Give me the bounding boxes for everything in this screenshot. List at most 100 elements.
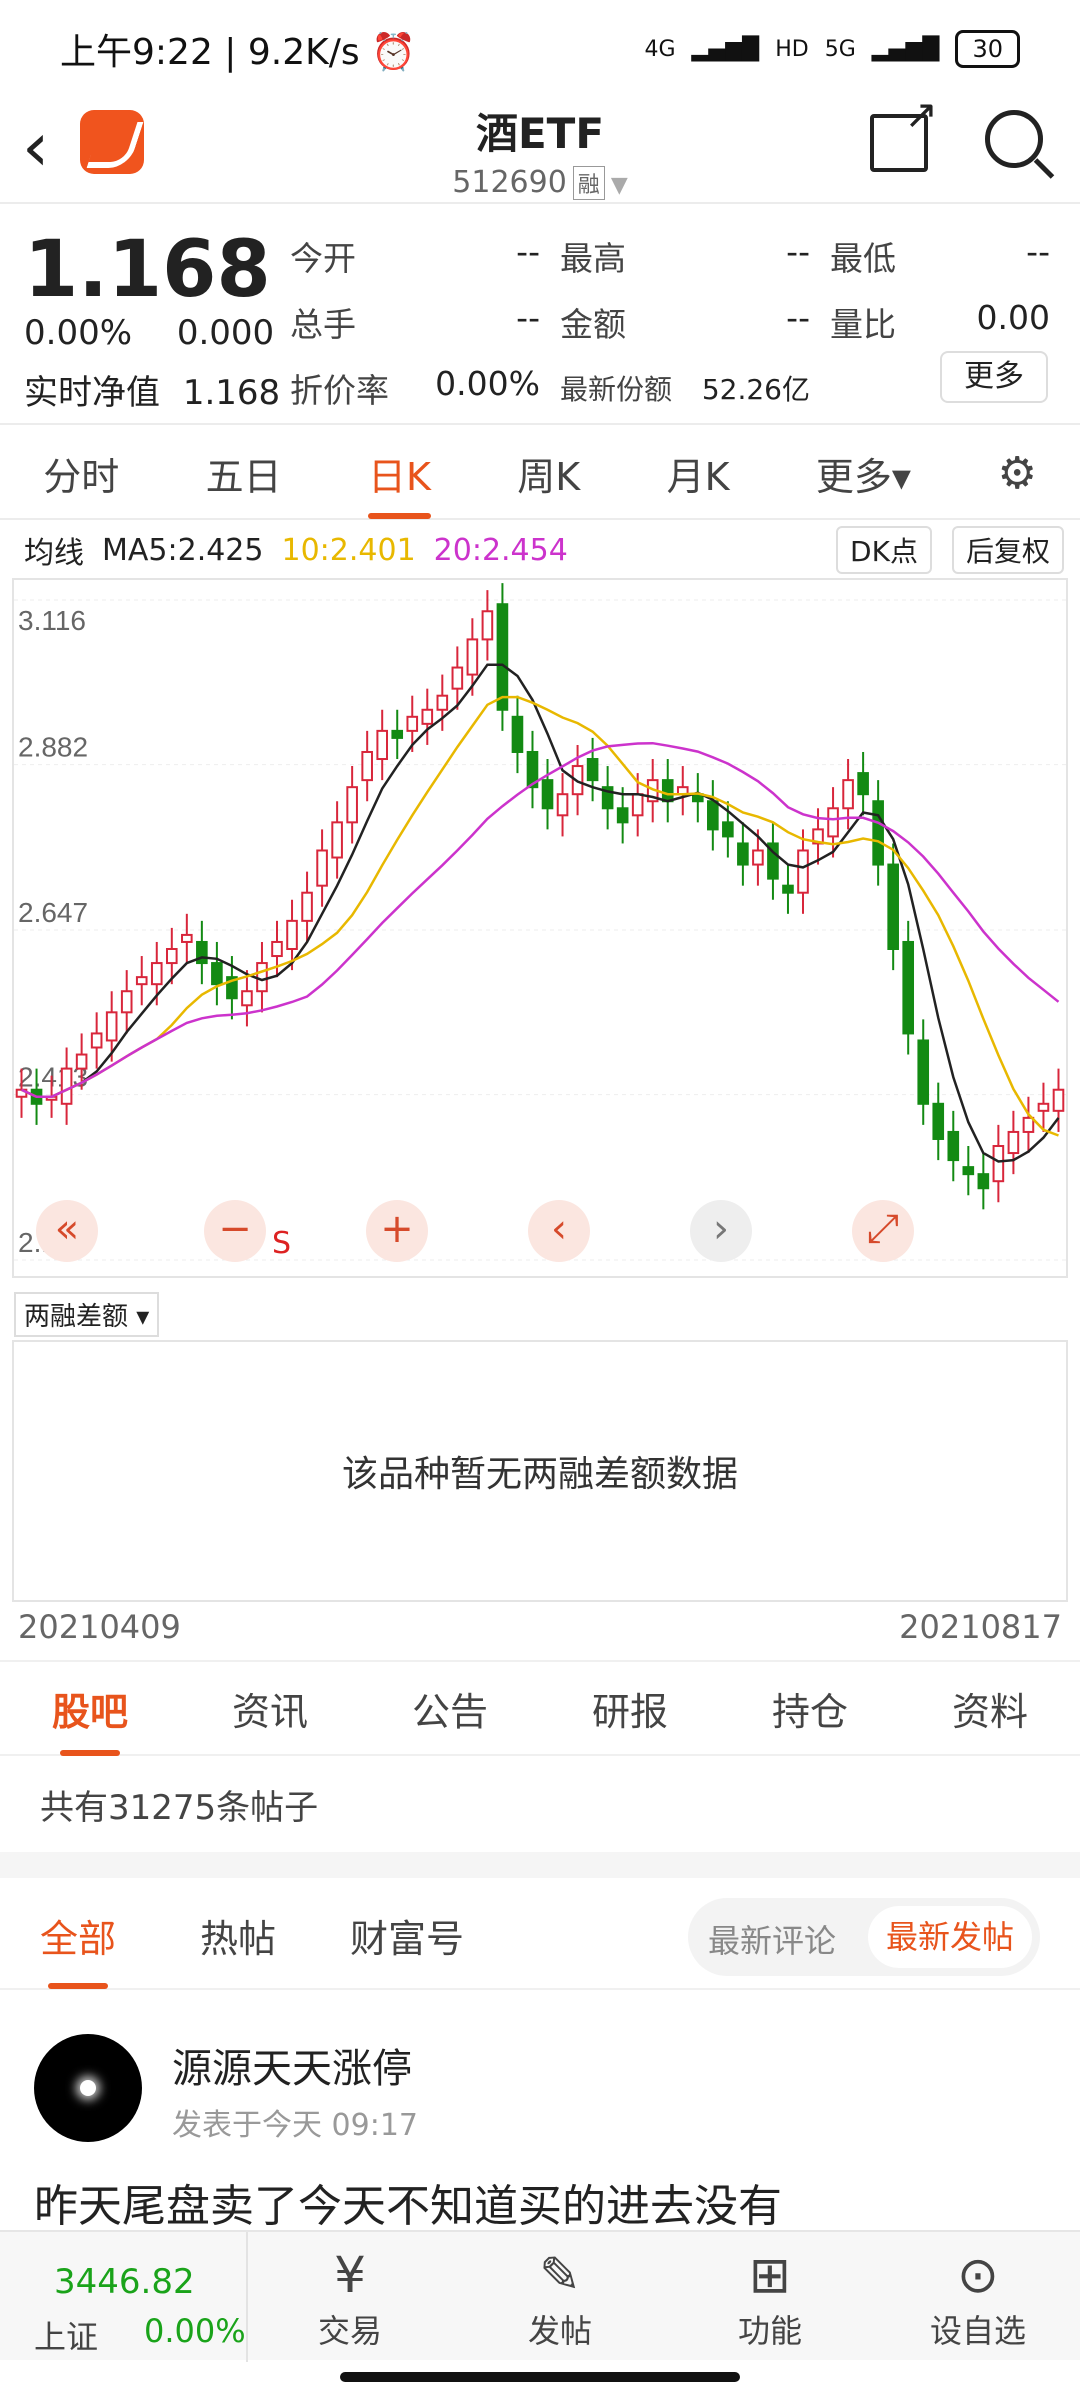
filter-fortune[interactable]: 财富号 [350,1908,464,1963]
candle-body [917,1039,930,1105]
candle-body [165,947,178,965]
tab-monthly-k[interactable]: 月K [667,446,730,501]
tab-five-day[interactable]: 五日 [206,446,282,501]
tab-intraday[interactable]: 分时 [43,446,119,501]
tab-weekly-k[interactable]: 周K [517,446,580,501]
filter-hot[interactable]: 热帖 [200,1908,276,1963]
candle-body [1007,1130,1020,1155]
sort-latest-post[interactable]: 最新发帖 [868,1906,1032,1968]
candle-body [436,694,449,711]
dropdown-icon[interactable]: ▼ [611,173,628,198]
sort-latest-comment[interactable]: 最新评论 [708,1916,836,1962]
candle-body [271,940,283,958]
candle-body [842,779,854,810]
candle-body [150,962,163,986]
sort-toggle: 最新评论 最新发帖 [688,1898,1040,1976]
candle-body [797,849,809,894]
candle-body [301,891,313,922]
candle-body [1037,1102,1050,1112]
prev-button[interactable]: ‹ [528,1200,590,1262]
candle-body [211,962,223,986]
kline-chart[interactable]: 3.1162.8822.6472.4132.178 « − S + ‹ › ⤢ [12,578,1068,1278]
zoom-out-button[interactable]: − [204,1200,266,1262]
nav-trade[interactable]: ¥ 交易 [280,2244,420,2352]
candle-body [286,919,298,950]
alarm-icon: ⏰ [371,32,416,73]
more-button[interactable]: 更多 [940,351,1048,403]
next-button[interactable]: › [690,1200,752,1262]
edit-icon: ✎ [539,2246,581,2304]
dk-button[interactable]: DK点 [836,526,932,574]
date-range: 20210409 20210817 [18,1608,1062,1646]
divider [0,1852,1080,1878]
margin-diff-selector[interactable]: 两融差额 ▾ [14,1292,160,1337]
gear-icon[interactable]: ⚙ [997,448,1036,499]
candle-body [887,863,899,950]
yen-icon: ¥ [334,2246,366,2304]
tab-forum[interactable]: 股吧 [52,1681,128,1756]
candle-body [406,715,419,732]
nav-label: 实时净值 [24,373,160,413]
high-value: -- [786,232,810,271]
post-author[interactable]: 源源天天涨停 [172,2036,412,2094]
ma5-value: MA5:2.425 [102,532,264,568]
share-icon[interactable] [870,92,938,172]
share-value: 52.26亿 [701,373,810,406]
tab-news[interactable]: 资讯 [232,1681,308,1736]
net-5g-label: 5G [824,36,856,62]
ma10-line [20,695,1059,1137]
candle-body [992,1145,1005,1183]
change-amount: 0.000 [176,313,275,353]
tab-daily-k[interactable]: 日K [367,446,431,519]
post-time: 发表于今天 09:17 [172,2108,418,2143]
candle-body [120,990,133,1014]
high-label: 最高 [560,239,626,278]
amount-value: -- [786,298,810,337]
y-tick-label: 2.882 [18,732,88,763]
post-text[interactable]: 昨天尾盘卖了今天不知道买的进去没有 [34,2170,782,2234]
more-dots-icon: ⊙ [957,2246,999,2304]
open-value: -- [516,232,540,271]
candle-body [135,976,148,986]
candle-body [977,1173,990,1190]
chart-controls: « − S + ‹ › ⤢ [14,1200,1070,1280]
index-value: 3446.82 [54,2262,195,2302]
kline-svg: 3.1162.8822.6472.4132.178 [14,583,1066,1261]
candle-body [105,1011,118,1042]
candle-body [90,1032,103,1049]
nav-function-label: 功能 [737,2312,802,2350]
index-change: 0.00% [144,2312,246,2350]
zoom-in-button[interactable]: + [366,1200,428,1262]
nav-post[interactable]: ✎ 发帖 [490,2244,630,2352]
avatar[interactable] [34,2034,142,2142]
candle-body [361,750,373,782]
tab-holdings[interactable]: 持仓 [772,1681,848,1736]
home-indicator[interactable] [340,2372,740,2382]
tab-profile[interactable]: 资料 [952,1681,1028,1736]
premium-value: 0.00% [435,364,540,403]
candle-body [181,933,193,943]
index-ticker[interactable]: 3446.82 上证 0.00% [0,2232,248,2362]
candle-body [586,758,599,782]
low-label: 最低 [830,239,896,278]
nav-watchlist[interactable]: ⊙ 设自选 [908,2244,1048,2352]
tab-more[interactable]: 更多▾ [816,446,911,501]
filter-all[interactable]: 全部 [40,1908,116,1989]
candle-body [256,962,268,993]
tab-research[interactable]: 研报 [592,1681,668,1736]
tab-announcements[interactable]: 公告 [412,1681,488,1736]
jump-back-button[interactable]: « [36,1200,98,1262]
open-label: 今开 [290,239,356,278]
adjust-button[interactable]: 后复权 [951,526,1064,574]
header: ‹ 酒ETF 512690 融 ▼ [0,92,1080,204]
candle-body [932,1102,945,1140]
search-icon[interactable] [985,110,1043,168]
candle-body [466,638,479,676]
margin-badge: 融 [572,166,605,200]
nav-function[interactable]: ⊞ 功能 [700,2244,840,2352]
expand-icon[interactable]: ⤢ [852,1200,914,1262]
candle-body [391,729,404,739]
nav-watchlist-label: 设自选 [929,2312,1026,2350]
post-filters: 全部 热帖 财富号 最新评论 最新发帖 [0,1880,1080,1990]
candle-body [241,990,253,1007]
